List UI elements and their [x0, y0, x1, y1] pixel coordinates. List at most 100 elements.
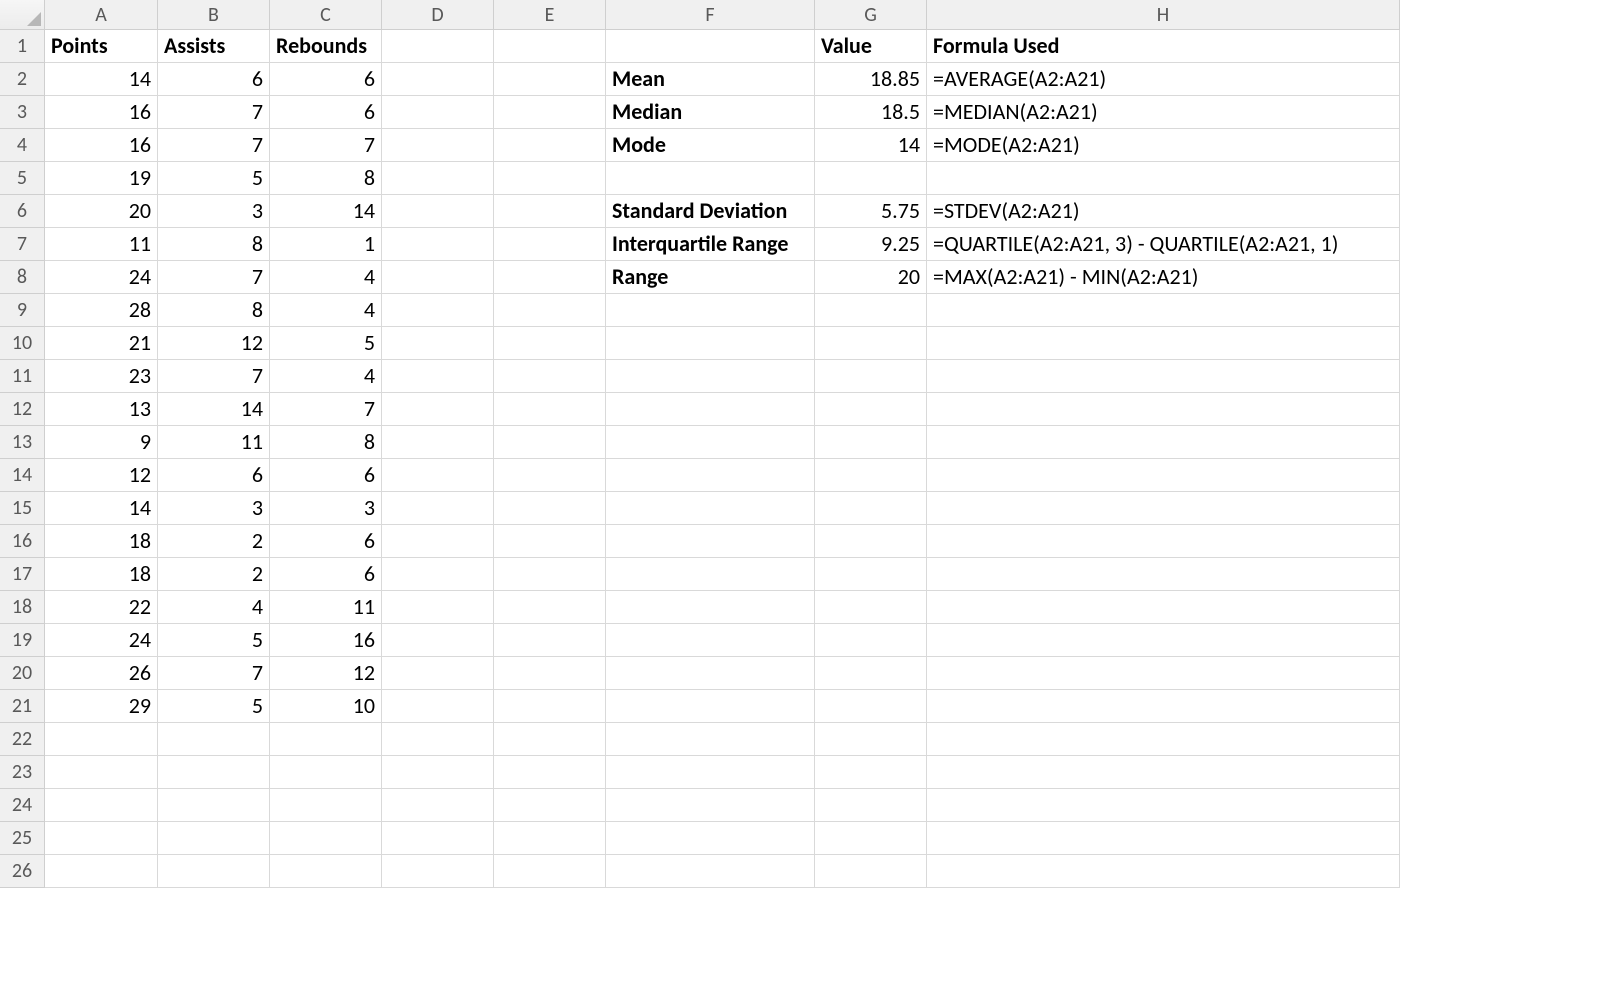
- cell-F23[interactable]: [606, 756, 815, 789]
- cell-G1[interactable]: Value: [815, 30, 927, 63]
- cell-H9[interactable]: [927, 294, 1400, 327]
- cell-C9[interactable]: 4: [270, 294, 382, 327]
- row-header-2[interactable]: 2: [0, 63, 45, 96]
- cell-F8[interactable]: Range: [606, 261, 815, 294]
- row-header-10[interactable]: 10: [0, 327, 45, 360]
- cell-D24[interactable]: [382, 789, 494, 822]
- cell-H5[interactable]: [927, 162, 1400, 195]
- cell-A21[interactable]: 29: [45, 690, 158, 723]
- cell-F11[interactable]: [606, 360, 815, 393]
- cell-D1[interactable]: [382, 30, 494, 63]
- cell-B3[interactable]: 7: [158, 96, 270, 129]
- cell-A9[interactable]: 28: [45, 294, 158, 327]
- cell-G26[interactable]: [815, 855, 927, 888]
- cell-C15[interactable]: 3: [270, 492, 382, 525]
- cell-D7[interactable]: [382, 228, 494, 261]
- cell-A17[interactable]: 18: [45, 558, 158, 591]
- cell-D4[interactable]: [382, 129, 494, 162]
- cell-F9[interactable]: [606, 294, 815, 327]
- cell-G12[interactable]: [815, 393, 927, 426]
- cell-B19[interactable]: 5: [158, 624, 270, 657]
- cell-E11[interactable]: [494, 360, 606, 393]
- cell-C26[interactable]: [270, 855, 382, 888]
- cell-A20[interactable]: 26: [45, 657, 158, 690]
- cell-E20[interactable]: [494, 657, 606, 690]
- cell-F15[interactable]: [606, 492, 815, 525]
- cell-F4[interactable]: Mode: [606, 129, 815, 162]
- cell-G2[interactable]: 18.85: [815, 63, 927, 96]
- row-header-6[interactable]: 6: [0, 195, 45, 228]
- cell-F25[interactable]: [606, 822, 815, 855]
- cell-C16[interactable]: 6: [270, 525, 382, 558]
- cell-D13[interactable]: [382, 426, 494, 459]
- cell-A10[interactable]: 21: [45, 327, 158, 360]
- row-header-11[interactable]: 11: [0, 360, 45, 393]
- cell-H12[interactable]: [927, 393, 1400, 426]
- cell-E9[interactable]: [494, 294, 606, 327]
- row-header-17[interactable]: 17: [0, 558, 45, 591]
- cell-E24[interactable]: [494, 789, 606, 822]
- cell-F22[interactable]: [606, 723, 815, 756]
- cell-E13[interactable]: [494, 426, 606, 459]
- select-all-corner[interactable]: [0, 0, 45, 30]
- cell-B5[interactable]: 5: [158, 162, 270, 195]
- cell-C1[interactable]: Rebounds: [270, 30, 382, 63]
- cell-F12[interactable]: [606, 393, 815, 426]
- cell-B18[interactable]: 4: [158, 591, 270, 624]
- cell-H4[interactable]: =MODE(A2:A21): [927, 129, 1400, 162]
- cell-A11[interactable]: 23: [45, 360, 158, 393]
- cell-C21[interactable]: 10: [270, 690, 382, 723]
- cell-E22[interactable]: [494, 723, 606, 756]
- row-header-4[interactable]: 4: [0, 129, 45, 162]
- cell-C23[interactable]: [270, 756, 382, 789]
- row-header-16[interactable]: 16: [0, 525, 45, 558]
- cell-B10[interactable]: 12: [158, 327, 270, 360]
- cell-C11[interactable]: 4: [270, 360, 382, 393]
- cell-E21[interactable]: [494, 690, 606, 723]
- cell-B9[interactable]: 8: [158, 294, 270, 327]
- cell-A12[interactable]: 13: [45, 393, 158, 426]
- cell-D5[interactable]: [382, 162, 494, 195]
- cell-B17[interactable]: 2: [158, 558, 270, 591]
- cell-F24[interactable]: [606, 789, 815, 822]
- row-header-7[interactable]: 7: [0, 228, 45, 261]
- cell-A8[interactable]: 24: [45, 261, 158, 294]
- cell-F16[interactable]: [606, 525, 815, 558]
- column-header-B[interactable]: B: [158, 0, 270, 30]
- cell-A7[interactable]: 11: [45, 228, 158, 261]
- cell-D6[interactable]: [382, 195, 494, 228]
- cell-E8[interactable]: [494, 261, 606, 294]
- cell-B8[interactable]: 7: [158, 261, 270, 294]
- cell-H3[interactable]: =MEDIAN(A2:A21): [927, 96, 1400, 129]
- cell-A14[interactable]: 12: [45, 459, 158, 492]
- cell-B1[interactable]: Assists: [158, 30, 270, 63]
- row-header-19[interactable]: 19: [0, 624, 45, 657]
- cell-B22[interactable]: [158, 723, 270, 756]
- cell-B7[interactable]: 8: [158, 228, 270, 261]
- cell-H24[interactable]: [927, 789, 1400, 822]
- cell-C20[interactable]: 12: [270, 657, 382, 690]
- cell-H10[interactable]: [927, 327, 1400, 360]
- cell-A25[interactable]: [45, 822, 158, 855]
- cell-G23[interactable]: [815, 756, 927, 789]
- cell-H6[interactable]: =STDEV(A2:A21): [927, 195, 1400, 228]
- cell-C18[interactable]: 11: [270, 591, 382, 624]
- cell-G15[interactable]: [815, 492, 927, 525]
- cell-A4[interactable]: 16: [45, 129, 158, 162]
- cell-B26[interactable]: [158, 855, 270, 888]
- cell-B21[interactable]: 5: [158, 690, 270, 723]
- cell-G25[interactable]: [815, 822, 927, 855]
- cell-C3[interactable]: 6: [270, 96, 382, 129]
- cell-C14[interactable]: 6: [270, 459, 382, 492]
- column-header-E[interactable]: E: [494, 0, 606, 30]
- column-header-C[interactable]: C: [270, 0, 382, 30]
- cell-G20[interactable]: [815, 657, 927, 690]
- cell-B24[interactable]: [158, 789, 270, 822]
- cell-E5[interactable]: [494, 162, 606, 195]
- cell-G6[interactable]: 5.75: [815, 195, 927, 228]
- cell-D19[interactable]: [382, 624, 494, 657]
- cell-E14[interactable]: [494, 459, 606, 492]
- cell-A5[interactable]: 19: [45, 162, 158, 195]
- cell-F14[interactable]: [606, 459, 815, 492]
- cell-F21[interactable]: [606, 690, 815, 723]
